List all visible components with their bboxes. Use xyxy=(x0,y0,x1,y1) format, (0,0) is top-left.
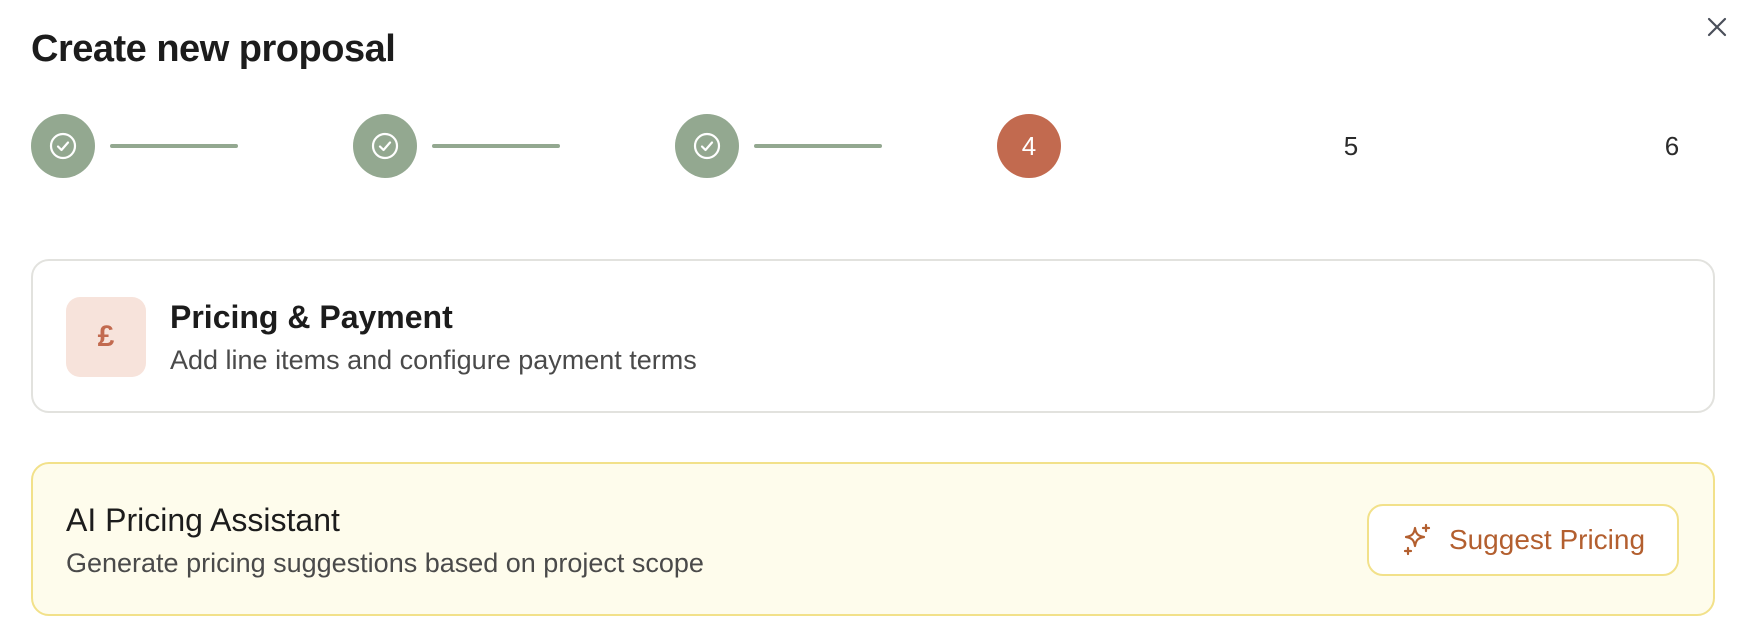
step-1-completed[interactable] xyxy=(31,114,95,178)
create-proposal-dialog: Create new proposal 4 5 6 £ Pricing & Pa… xyxy=(0,0,1750,640)
progress-stepper: 4 5 6 xyxy=(0,114,1750,178)
ai-assistant-subtitle: Generate pricing suggestions based on pr… xyxy=(66,548,704,578)
suggest-pricing-button[interactable]: Suggest Pricing xyxy=(1367,504,1679,576)
section-subtitle: Add line items and configure payment ter… xyxy=(170,345,697,375)
step-connector xyxy=(754,144,882,148)
ai-assistant-title: AI Pricing Assistant xyxy=(66,502,340,538)
close-icon xyxy=(1707,17,1727,37)
check-circle-icon xyxy=(371,132,399,160)
step-connector xyxy=(110,144,238,148)
ai-pricing-assistant-card: AI Pricing Assistant Generate pricing su… xyxy=(31,462,1715,616)
step-4-active[interactable]: 4 xyxy=(997,114,1061,178)
close-button[interactable] xyxy=(1700,10,1734,44)
step-6[interactable]: 6 xyxy=(1640,114,1704,178)
step-2-completed[interactable] xyxy=(353,114,417,178)
step-5[interactable]: 5 xyxy=(1319,114,1383,178)
dialog-title: Create new proposal xyxy=(31,28,396,70)
check-circle-icon xyxy=(693,132,721,160)
suggest-pricing-label: Suggest Pricing xyxy=(1448,524,1646,555)
section-header-card: £ Pricing & Payment Add line items and c… xyxy=(31,259,1715,413)
pound-icon: £ xyxy=(66,297,146,377)
check-circle-icon xyxy=(49,132,77,160)
step-3-completed[interactable] xyxy=(675,114,739,178)
step-connector xyxy=(432,144,560,148)
sparkles-icon xyxy=(1401,523,1435,557)
section-title: Pricing & Payment xyxy=(170,299,453,335)
